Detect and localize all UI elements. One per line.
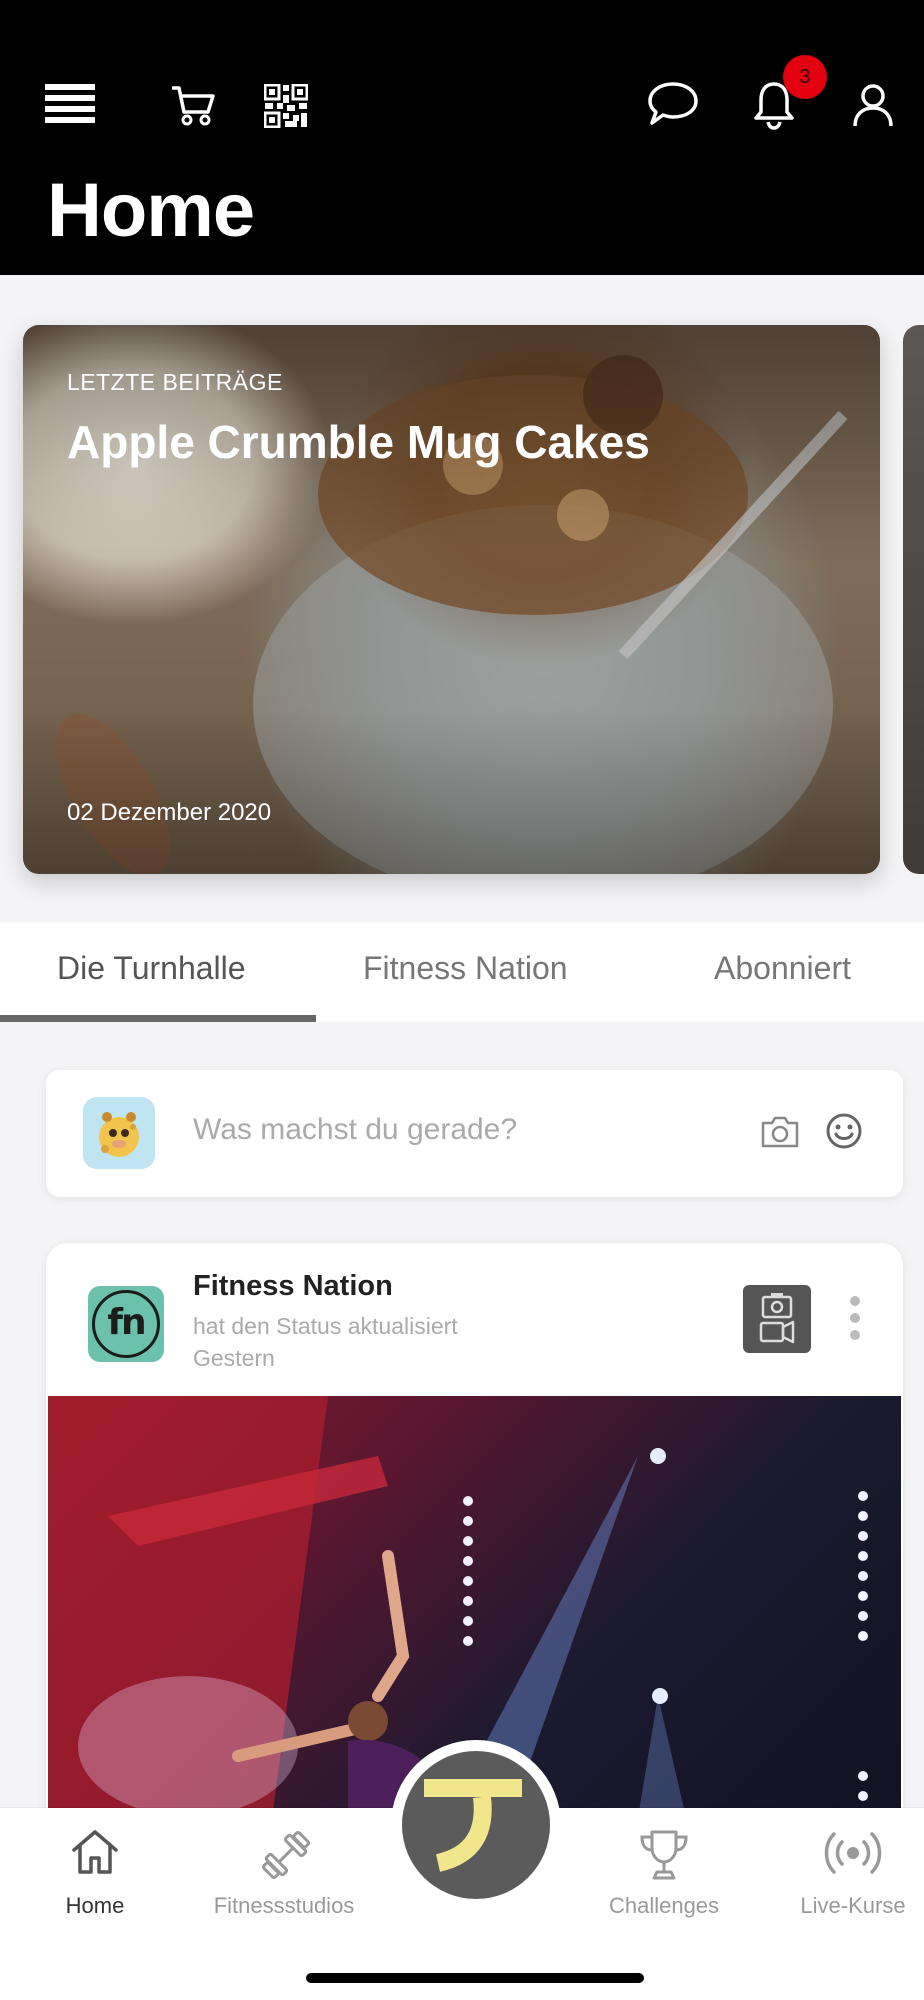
hero-date: 02 Dezember 2020 <box>67 799 272 826</box>
post-author-avatar[interactable]: fn <box>88 1286 164 1362</box>
notification-badge: 3 <box>783 55 827 99</box>
nav-item-challenges[interactable] <box>636 1828 692 1889</box>
featured-post-card[interactable]: LETZTE BEITRÄGE Apple Crumble Mug Cakes … <box>23 325 880 874</box>
post-action-text: hat den Status aktualisiert <box>193 1313 458 1339</box>
hero-title: Apple Crumble Mug Cakes <box>67 416 650 468</box>
broadcast-icon <box>824 1832 882 1874</box>
nav-item-home[interactable] <box>70 1828 120 1881</box>
nav-label-home: Home <box>65 1893 125 1918</box>
active-tab-indicator <box>0 1015 316 1022</box>
nav-label-challenges: Challenges <box>608 1893 720 1918</box>
more-options-icon[interactable] <box>845 1293 865 1343</box>
post-author-name[interactable]: Fitness Nation <box>193 1270 393 1303</box>
app-logo-icon <box>402 1751 550 1899</box>
nav-label-live-kurse: Live-Kurse <box>800 1893 906 1918</box>
qr-code-icon[interactable] <box>264 84 308 128</box>
menu-icon[interactable] <box>45 82 97 126</box>
tab-die-turnhalle[interactable]: Die Turnhalle <box>57 950 246 987</box>
user-icon[interactable] <box>852 82 894 128</box>
cart-icon[interactable] <box>170 84 216 126</box>
trophy-icon <box>640 1830 688 1880</box>
post-timestamp: Gestern <box>193 1345 275 1371</box>
photo-video-icon <box>759 1293 795 1344</box>
author-logo-text: fn <box>92 1290 160 1358</box>
tab-abonniert[interactable]: Abonniert <box>714 950 851 987</box>
next-featured-card[interactable] <box>903 325 924 874</box>
home-icon <box>72 1830 118 1874</box>
smiley-icon[interactable] <box>825 1112 863 1150</box>
chat-bubble-icon[interactable] <box>646 80 700 128</box>
feed-tabs: Die Turnhalle Fitness Nation Abonniert <box>0 922 924 1022</box>
status-composer[interactable]: Was machst du gerade? <box>46 1070 903 1197</box>
nav-item-fitnessstudios[interactable] <box>259 1828 313 1887</box>
nav-label-fitnessstudios: Fitnessstudios <box>213 1893 355 1918</box>
camera-icon[interactable] <box>760 1115 800 1149</box>
tab-fitness-nation[interactable]: Fitness Nation <box>363 950 568 987</box>
center-action-button[interactable] <box>391 1740 561 1910</box>
status-input[interactable]: Was machst du gerade? <box>193 1113 517 1147</box>
hero-eyebrow: LETZTE BEITRÄGE <box>67 369 283 395</box>
nav-item-live-kurse[interactable] <box>823 1828 883 1883</box>
hero-image <box>56 355 848 874</box>
home-indicator <box>306 1973 644 1983</box>
dumbbell-icon <box>261 1830 311 1880</box>
avatar[interactable] <box>83 1097 155 1169</box>
app-header: 3 Home <box>0 0 924 275</box>
media-type-button[interactable] <box>743 1285 811 1353</box>
page-title: Home <box>47 168 255 253</box>
